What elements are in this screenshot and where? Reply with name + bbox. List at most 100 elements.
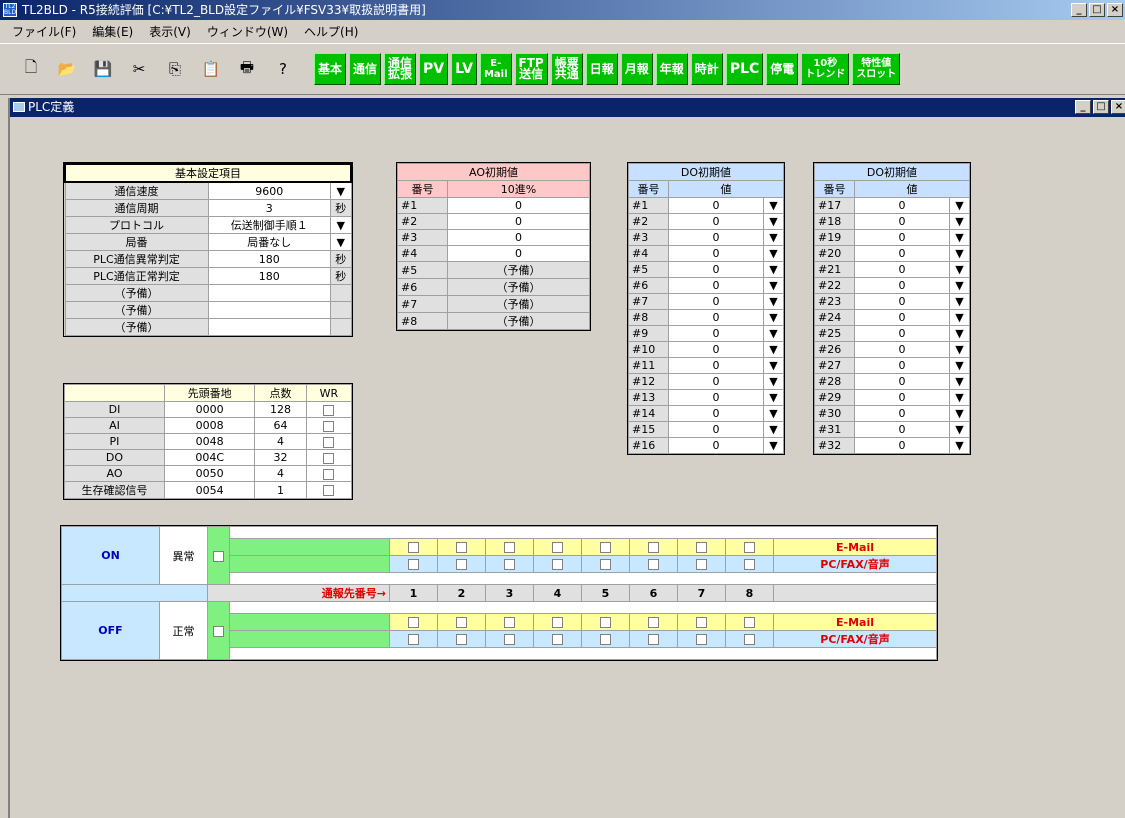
addr-start[interactable]: 0050 [163,465,256,482]
notify-checkbox[interactable] [504,634,515,645]
do-value[interactable]: 0 [668,437,764,454]
print-icon[interactable]: 🖶 [236,58,258,80]
dropdown-arrow-icon[interactable]: ▼ [763,261,784,278]
wr-checkbox[interactable] [323,485,335,496]
notify-checkbox[interactable] [696,634,707,645]
wr-checkbox[interactable] [323,452,335,464]
dropdown-arrow-icon[interactable]: ▼ [763,405,784,422]
dropdown-arrow-icon[interactable]: ▼ [763,245,784,262]
toolbar-button-11[interactable]: 時計 [690,53,723,85]
notify-checkbox[interactable] [648,634,659,645]
do-value[interactable]: 0 [854,325,950,342]
addr-start[interactable]: 0008 [163,417,256,434]
do-value[interactable]: 0 [854,437,950,454]
notify-checkbox[interactable] [552,634,563,645]
do-value[interactable]: 0 [854,373,950,390]
notify-checkbox[interactable] [504,617,515,628]
toolbar-button-12[interactable]: PLC [725,53,764,85]
notify-checkbox[interactable] [456,542,467,553]
wr-checkbox[interactable] [323,436,335,448]
dropdown-arrow-icon[interactable]: ▼ [763,341,784,358]
do-value[interactable]: 0 [854,293,950,310]
basic-value[interactable] [207,284,332,302]
toolbar-button-14[interactable]: 10秒 トレンド [801,53,850,85]
dropdown-arrow-icon[interactable]: ▼ [949,325,970,342]
do-value[interactable]: 0 [668,213,764,230]
dropdown-arrow-icon[interactable]: ▼ [949,277,970,294]
dropdown-arrow-icon[interactable]: ▼ [949,293,970,310]
cut-icon[interactable]: ✂ [128,58,150,80]
ao-value[interactable]: 0 [447,197,590,214]
addr-start[interactable]: 0000 [163,401,256,418]
menu-help[interactable]: ヘルプ(H) [296,23,366,40]
do-value[interactable]: 0 [854,341,950,358]
do-value[interactable]: 0 [668,341,764,358]
do-value[interactable]: 0 [854,389,950,406]
dropdown-arrow-icon[interactable]: ▼ [949,357,970,374]
addr-start[interactable]: 0054 [163,481,256,499]
notify-checkbox[interactable] [696,617,707,628]
dropdown-arrow-icon[interactable]: ▼ [763,229,784,246]
dropdown-arrow-icon[interactable]: ▼ [763,373,784,390]
dropdown-arrow-icon[interactable]: ▼ [763,389,784,406]
notify-checkbox[interactable] [456,617,467,628]
notify-checkbox[interactable] [744,559,755,570]
notify-checkbox[interactable] [408,617,419,628]
menu-edit[interactable]: 編集(E) [84,23,141,40]
toolbar-button-10[interactable]: 年報 [655,53,688,85]
basic-value[interactable] [207,301,332,319]
notify-checkbox[interactable] [408,542,419,553]
do-value[interactable]: 0 [854,277,950,294]
do-value[interactable]: 0 [854,213,950,230]
notify-checkbox[interactable] [408,634,419,645]
dropdown-arrow-icon[interactable]: ▼ [763,213,784,230]
addr-count[interactable]: 128 [254,401,307,418]
toolbar-button-3[interactable]: PV [419,53,449,85]
dropdown-arrow-icon[interactable]: ▼ [763,357,784,374]
ao-value[interactable]: 0 [447,213,590,230]
addr-start[interactable]: 0048 [163,433,256,450]
basic-value[interactable]: 伝送制御手順１ [207,216,332,234]
notify-checkbox[interactable] [552,617,563,628]
maximize-button[interactable]: □ [1089,3,1105,17]
toolbar-button-4[interactable]: LV [451,53,477,85]
do-value[interactable]: 0 [668,197,764,214]
notify-checkbox[interactable] [456,634,467,645]
dropdown-arrow-icon[interactable]: ▼ [763,197,784,214]
mdi-close-button[interactable]: × [1111,100,1125,114]
notify-checkbox[interactable] [744,617,755,628]
menu-window[interactable]: ウィンドウ(W) [199,23,296,40]
dropdown-arrow-icon[interactable]: ▼ [949,213,970,230]
do-value[interactable]: 0 [854,245,950,262]
menu-file[interactable]: ファイル(F) [4,23,84,40]
paste-icon[interactable]: 📋 [200,58,222,80]
notify-checkbox[interactable] [552,542,563,553]
dropdown-arrow-icon[interactable]: ▼ [763,437,784,454]
dropdown-arrow-icon[interactable]: ▼ [763,421,784,438]
dropdown-arrow-icon[interactable]: ▼ [949,421,970,438]
do-value[interactable]: 0 [668,229,764,246]
mdi-minimize-button[interactable]: _ [1075,100,1091,114]
dropdown-arrow-icon[interactable]: ▼ [330,216,352,234]
do-value[interactable]: 0 [668,245,764,262]
do-value[interactable]: 0 [668,373,764,390]
open-icon[interactable]: 📂 [56,58,78,80]
basic-value[interactable]: 180 [207,250,332,268]
notify-checkbox[interactable] [648,542,659,553]
new-icon[interactable]: 🗋 [20,58,42,80]
dropdown-arrow-icon[interactable]: ▼ [763,309,784,326]
notify-enable-checkbox[interactable] [213,625,224,637]
notify-checkbox[interactable] [600,542,611,553]
dropdown-arrow-icon[interactable]: ▼ [949,245,970,262]
addr-count[interactable]: 1 [254,481,307,499]
notify-checkbox[interactable] [552,559,563,570]
notify-checkbox[interactable] [504,559,515,570]
help-icon[interactable]: ? [272,58,294,80]
do-value[interactable]: 0 [668,309,764,326]
dropdown-arrow-icon[interactable]: ▼ [763,325,784,342]
notify-checkbox[interactable] [744,634,755,645]
notify-checkbox[interactable] [744,542,755,553]
toolbar-button-2[interactable]: 通信 拡張 [384,53,417,85]
notify-checkbox[interactable] [456,559,467,570]
notify-checkbox[interactable] [696,542,707,553]
